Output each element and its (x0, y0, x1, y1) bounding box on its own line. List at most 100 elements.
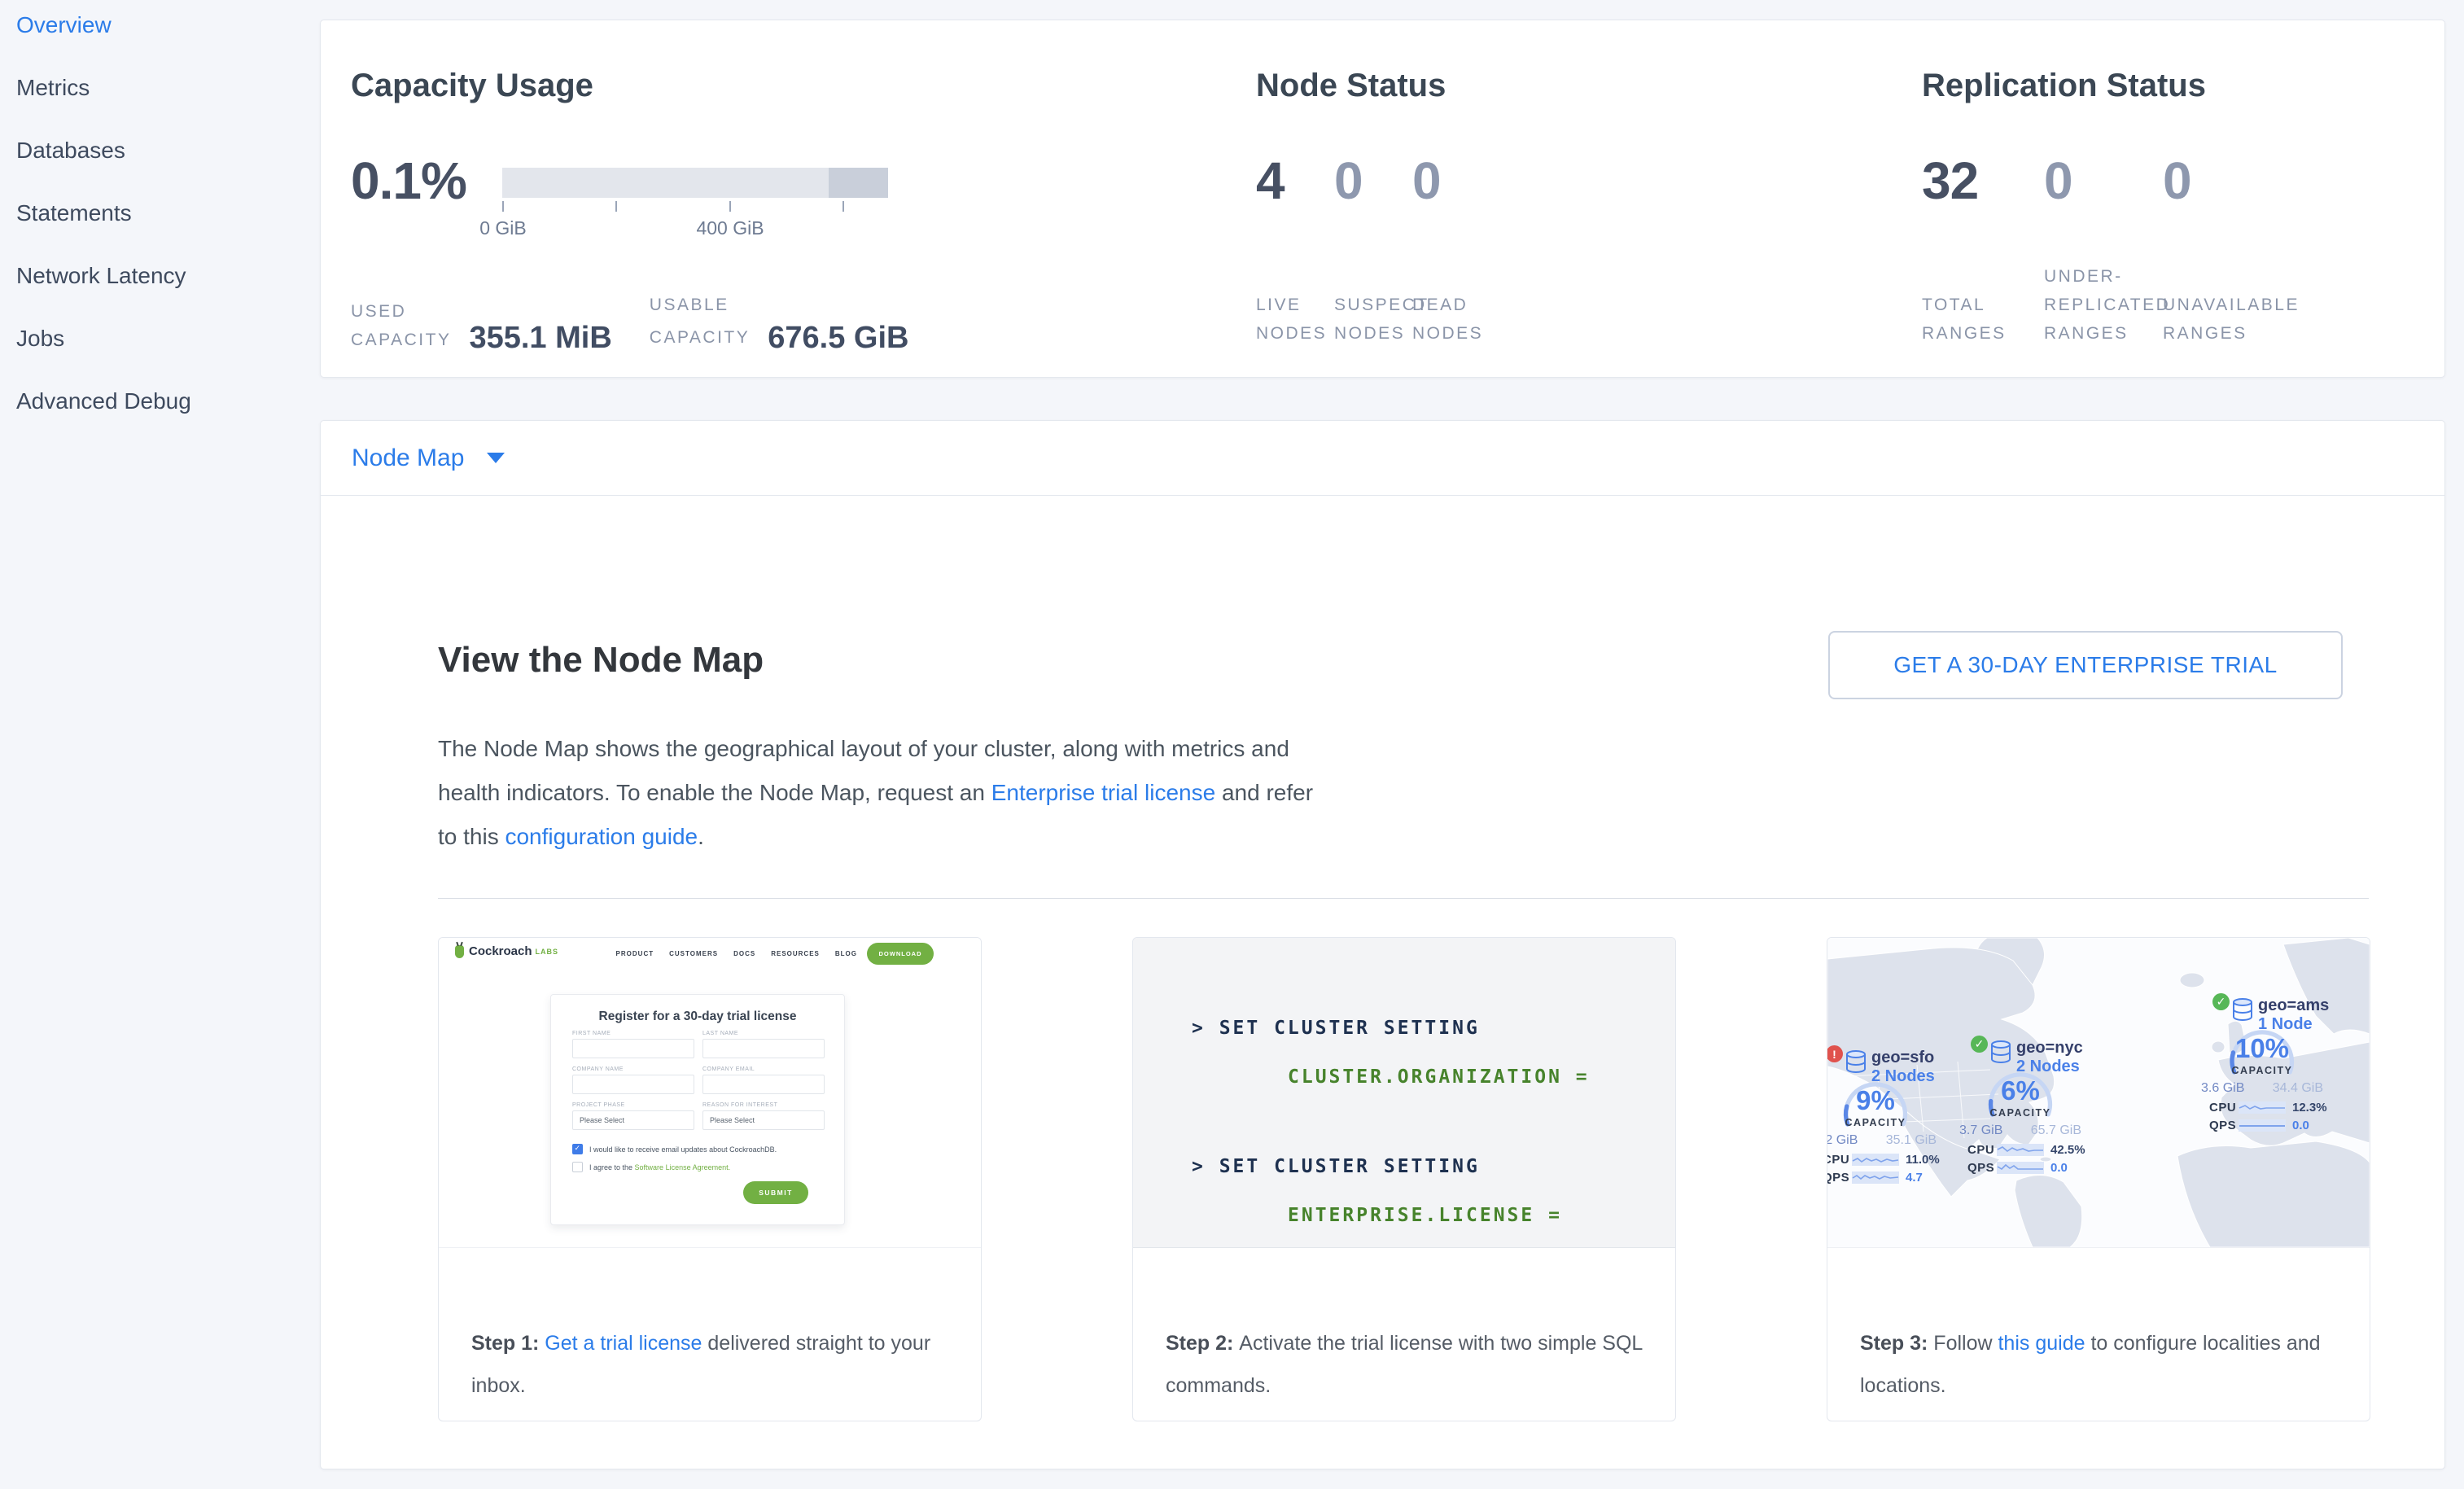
unavailable-ranges-label: UNAVAILABLERANGES (2163, 291, 2300, 348)
license-agreement-checkbox (572, 1162, 583, 1172)
suspect-nodes-value: 0 (1334, 151, 1363, 211)
qps-value: 0.0 (2050, 1161, 2068, 1175)
dead-nodes-value: 0 (1412, 151, 1441, 211)
cpu-label: CPU (1827, 1153, 1852, 1167)
node-map-preview: ! geo=sfo 2 Nodes (1827, 938, 2370, 1248)
qps-value: 0.0 (2292, 1119, 2309, 1132)
cpu-sparkline (2239, 1101, 2286, 1114)
healthy-status-icon: ✓ (2212, 993, 2230, 1010)
sidebar-item-jobs[interactable]: Jobs (16, 323, 64, 354)
capacity-tick-label-0: 0 GiB (479, 217, 527, 239)
capacity-label: CAPACITY (1827, 1117, 1937, 1128)
cpu-label: CPU (1967, 1143, 1997, 1157)
company-name-label: COMPANY NAME (572, 1066, 694, 1072)
dead-nodes-label: DEADNODES (1412, 291, 1483, 348)
step3-caption: Step 3: Follow this guide to configure l… (1827, 1322, 2370, 1407)
database-icon (1990, 1040, 2011, 1065)
chevron-down-icon (487, 453, 505, 463)
capacity-percent: 9% (1827, 1085, 1937, 1116)
usable-capacity-label: USABLE CAPACITY (650, 289, 750, 354)
capacity-bar (502, 168, 888, 198)
capacity-percent: 0.1% (351, 151, 466, 211)
capacity-bar-reserved-segment (829, 168, 888, 198)
page-title: View the Node Map (438, 640, 764, 681)
gib-total: 65.7 GiB (2031, 1123, 2081, 1138)
gib-total: 35.1 GiB (1886, 1133, 1937, 1148)
enterprise-trial-button[interactable]: GET A 30-DAY ENTERPRISE TRIAL (1828, 631, 2343, 699)
total-ranges-label: TOTALRANGES (1922, 291, 2007, 348)
db-console-overview-page: Overview Metrics Databases Statements Ne… (0, 0, 2464, 1489)
nav-docs: DOCS (733, 950, 755, 957)
inline-link[interactable]: this guide (1998, 1332, 2085, 1355)
node-map-dropdown[interactable]: Node Map (352, 421, 505, 495)
cpu-sparkline (1852, 1154, 1899, 1166)
suspect-nodes-stat: 0 SUSPECTNODES (1334, 20, 1412, 377)
inline-link[interactable]: Enterprise trial license (991, 780, 1215, 805)
sql-set-cluster-setting-1: > SET CLUSTER SETTING (1192, 1018, 1480, 1039)
sidebar-item-overview[interactable]: Overview (16, 10, 112, 41)
sidebar-item-advanced-debug[interactable]: Advanced Debug (16, 386, 191, 417)
capacity-usage-section: Capacity Usage 0.1% 0 GiB 400 GiB (351, 20, 1246, 377)
total-ranges-value: 32 (1922, 151, 1978, 211)
live-nodes-value: 4 (1256, 151, 1285, 211)
company-name-field (572, 1075, 694, 1094)
nav-product: PRODUCT (616, 950, 654, 957)
cluster-name: geo=sfo (1871, 1049, 1935, 1066)
under-replicated-ranges-label: UNDER-REPLICATEDRANGES (2044, 262, 2170, 348)
sidebar-item-statements[interactable]: Statements (16, 198, 132, 229)
sidebar-item-metrics[interactable]: Metrics (16, 72, 90, 103)
form-title: Register for a 30-day trial license (551, 1009, 844, 1024)
nav-resources: RESOURCES (771, 950, 820, 957)
sql-enterprise-license: ENTERPRISE.LICENSE = (1288, 1205, 1562, 1226)
inline-link[interactable]: Get a trial license (545, 1332, 702, 1355)
node-map-dropdown-label: Node Map (352, 445, 464, 472)
capacity-label: CAPACITY (1959, 1107, 2081, 1119)
sidebar-item-databases[interactable]: Databases (16, 135, 125, 166)
step2-caption: Step 2: Activate the trial license with … (1133, 1322, 1675, 1407)
qps-sparkline (1852, 1171, 1899, 1184)
capacity-bar-chart: 0 GiB 400 GiB (502, 168, 888, 242)
cpu-value: 11.0% (1906, 1153, 1940, 1167)
healthy-status-icon: ✓ (1971, 1036, 1988, 1053)
under-replicated-ranges-value: 0 (2044, 151, 2072, 211)
gib-used: 3.7 GiB (1959, 1123, 2002, 1138)
capacity-label: CAPACITY (2201, 1065, 2323, 1076)
company-email-label: COMPANY EMAIL (702, 1066, 825, 1072)
cluster-name: geo=ams (2258, 996, 2329, 1014)
last-name-field (702, 1039, 825, 1058)
step2-card: > SET CLUSTER SETTING CLUSTER.ORGANIZATI… (1132, 937, 1676, 1421)
inline-link[interactable]: configuration guide (505, 824, 698, 849)
cpu-label: CPU (2209, 1101, 2239, 1115)
node-status-section: Node Status 4 LIVENODES 0 SUSPECTNODES 0 (1256, 20, 1826, 377)
nav-blog: BLOG (835, 950, 857, 957)
replication-status-section: Replication Status 32 TOTALRANGES 0 UNDE… (1922, 20, 2427, 377)
cpu-value: 42.5% (2050, 1143, 2085, 1157)
qps-label: QPS (1827, 1171, 1852, 1185)
step2-illustration: > SET CLUSTER SETTING CLUSTER.ORGANIZATI… (1133, 938, 1675, 1248)
trial-license-form: Register for a 30-day trial license FIRS… (550, 994, 845, 1225)
cluster-summary-panel: Capacity Usage 0.1% 0 GiB 400 GiB (320, 20, 2445, 378)
step3-card: ! geo=sfo 2 Nodes (1827, 937, 2370, 1421)
used-capacity-value: 355.1 MiB (469, 322, 611, 354)
cpu-sparkline (1997, 1144, 2044, 1156)
used-capacity-label: USED CAPACITY (351, 297, 451, 354)
total-ranges-stat: 32 TOTALRANGES (1922, 20, 2044, 377)
live-nodes-label: LIVENODES (1256, 291, 1327, 348)
capacity-percent: 10% (2201, 1033, 2323, 1064)
last-name-label: LAST NAME (702, 1031, 825, 1036)
gib-total: 34.4 GiB (2273, 1081, 2323, 1096)
view-selector-row: Node Map (321, 421, 2444, 496)
sidebar-item-network-latency[interactable]: Network Latency (16, 261, 186, 291)
cpu-value: 12.3% (2292, 1101, 2327, 1115)
qps-value: 4.7 (1906, 1171, 1923, 1185)
project-phase-select: Please Select (572, 1110, 694, 1130)
email-updates-checkbox (572, 1144, 583, 1154)
reason-select: Please Select (702, 1110, 825, 1130)
under-replicated-ranges-stat: 0 UNDER-REPLICATEDRANGES (2044, 20, 2163, 377)
email-updates-text: I would like to receive email updates ab… (589, 1145, 777, 1154)
gib-used: 3.6 GiB (2201, 1081, 2244, 1096)
step1-illustration: Cockroach LABS PRODUCT CUSTOMERS DOCS RE… (439, 938, 981, 1248)
nav-customers: CUSTOMERS (669, 950, 718, 957)
sql-set-cluster-setting-2: > SET CLUSTER SETTING (1192, 1156, 1480, 1177)
capacity-percent: 6% (1959, 1075, 2081, 1106)
